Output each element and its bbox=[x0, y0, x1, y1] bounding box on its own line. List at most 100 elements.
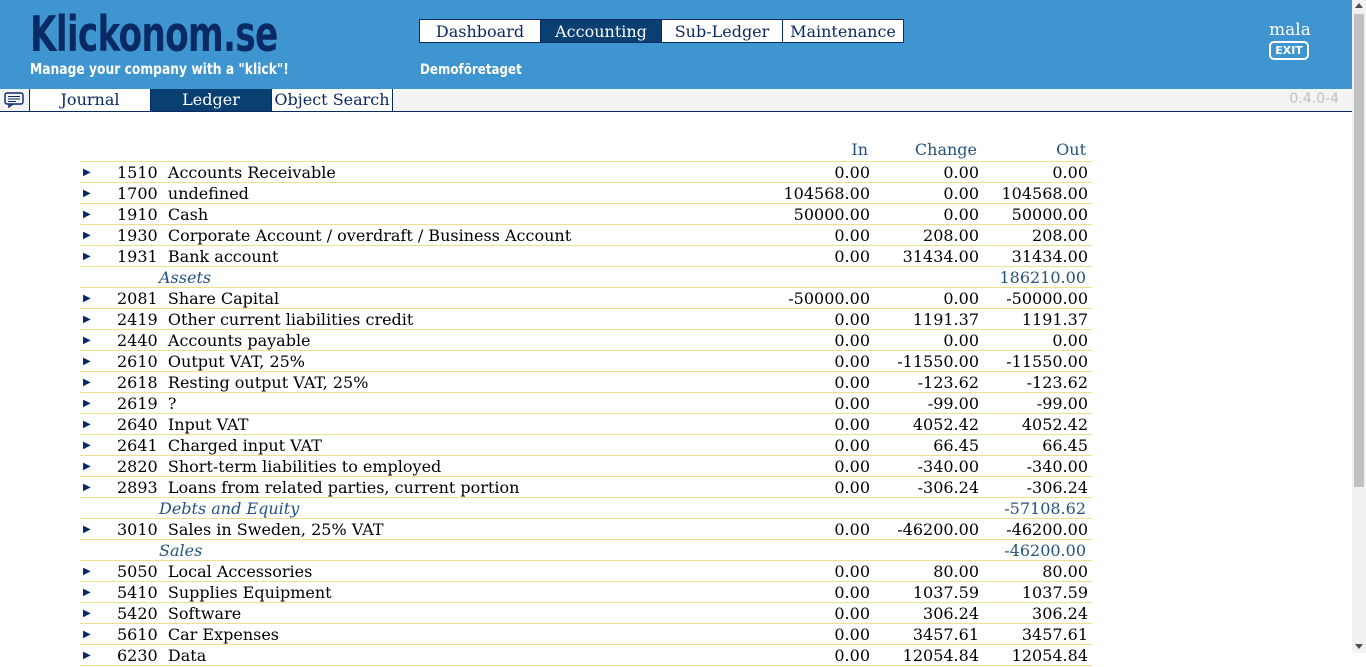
account-name: Other current liabilities credit bbox=[167, 310, 414, 329]
expand-arrow-icon[interactable]: ▶ bbox=[83, 183, 91, 205]
version-label: 0.4.0-4 bbox=[1289, 91, 1339, 107]
account-number: 5050 bbox=[117, 562, 158, 581]
expand-arrow-icon[interactable]: ▶ bbox=[83, 435, 91, 457]
account-name: Corporate Account / overdraft / Business… bbox=[167, 226, 572, 245]
tab-sub-ledger[interactable]: Sub-Ledger bbox=[662, 20, 783, 42]
expand-arrow-icon[interactable]: ▶ bbox=[83, 330, 91, 352]
expand-arrow-icon[interactable]: ▶ bbox=[83, 204, 91, 226]
account-label[interactable]: 5420 Software bbox=[117, 603, 241, 625]
value-out: 104568.00 bbox=[1001, 184, 1088, 203]
account-name: Output VAT, 25% bbox=[167, 352, 306, 371]
exit-button[interactable]: EXIT bbox=[1269, 41, 1309, 60]
value-in: 0.00 bbox=[834, 436, 870, 455]
group-total-row: Debts and Equity -57108.62 bbox=[80, 498, 1092, 519]
value-out: 1191.37 bbox=[1021, 310, 1088, 329]
group-total-row: Assets 186210.00 bbox=[80, 267, 1092, 288]
account-label[interactable]: 6230 Data bbox=[117, 645, 206, 667]
tab-dashboard[interactable]: Dashboard bbox=[420, 20, 541, 42]
account-label[interactable]: 5050 Local Accessories bbox=[117, 561, 312, 583]
scroll-up-arrow-icon[interactable] bbox=[1355, 3, 1363, 8]
value-out: -99.00 bbox=[1036, 394, 1088, 413]
account-label[interactable]: 2610 Output VAT, 25% bbox=[117, 351, 305, 373]
account-name: Charged input VAT bbox=[167, 436, 322, 455]
tab-ledger[interactable]: Ledger bbox=[150, 89, 272, 111]
tab-accounting[interactable]: Accounting bbox=[541, 20, 662, 42]
account-row: ▶ 1930 Corporate Account / overdraft / Bu… bbox=[80, 225, 1092, 246]
account-label[interactable]: 1931 Bank account bbox=[117, 246, 278, 268]
account-label[interactable]: 1910 Cash bbox=[117, 204, 208, 226]
value-in: -50000.00 bbox=[788, 289, 870, 308]
account-label[interactable]: 2641 Charged input VAT bbox=[117, 435, 322, 457]
expand-arrow-icon[interactable]: ▶ bbox=[83, 519, 91, 541]
column-in: In bbox=[851, 140, 868, 159]
value-out: -50000.00 bbox=[1006, 289, 1088, 308]
ledger-header: In Change Out bbox=[80, 140, 1092, 162]
vertical-scrollbar[interactable] bbox=[1352, 0, 1366, 653]
scroll-thumb[interactable] bbox=[1354, 14, 1364, 487]
account-label[interactable]: 5410 Supplies Equipment bbox=[117, 582, 332, 604]
value-in: 0.00 bbox=[834, 352, 870, 371]
expand-arrow-icon[interactable]: ▶ bbox=[83, 582, 91, 604]
value-in: 0.00 bbox=[834, 163, 870, 182]
expand-arrow-icon[interactable]: ▶ bbox=[83, 288, 91, 310]
value-out: 306.24 bbox=[1032, 604, 1088, 623]
value-in: 0.00 bbox=[834, 373, 870, 392]
expand-arrow-icon[interactable]: ▶ bbox=[83, 225, 91, 247]
value-change: 0.00 bbox=[943, 331, 979, 350]
expand-arrow-icon[interactable]: ▶ bbox=[83, 162, 91, 184]
account-row: ▶ 2081 Share Capital -50000.00 0.00 -50000.0… bbox=[80, 288, 1092, 309]
expand-arrow-icon[interactable]: ▶ bbox=[83, 351, 91, 373]
tab-object-search[interactable]: Object Search bbox=[271, 89, 393, 111]
account-label[interactable]: 2640 Input VAT bbox=[117, 414, 248, 436]
value-in: 0.00 bbox=[834, 310, 870, 329]
tab-journal[interactable]: Journal bbox=[29, 89, 151, 111]
expand-arrow-icon[interactable]: ▶ bbox=[83, 456, 91, 478]
expand-arrow-icon[interactable]: ▶ bbox=[83, 603, 91, 625]
account-row: ▶ 1931 Bank account 0.00 31434.00 31434.00 bbox=[80, 246, 1092, 267]
account-label[interactable]: 1930 Corporate Account / overdraft / Bus… bbox=[117, 225, 571, 247]
account-label[interactable]: 5610 Car Expenses bbox=[117, 624, 279, 646]
account-label[interactable]: 2820 Short-term liabilities to employed bbox=[117, 456, 441, 478]
account-label[interactable]: 2081 Share Capital bbox=[117, 288, 279, 310]
app-logo[interactable]: Klickonom.se bbox=[30, 4, 278, 66]
expand-arrow-icon[interactable]: ▶ bbox=[83, 561, 91, 583]
account-label[interactable]: 2440 Accounts payable bbox=[117, 330, 311, 352]
expand-arrow-icon[interactable]: ▶ bbox=[83, 624, 91, 646]
account-row: ▶ 2440 Accounts payable 0.00 0.00 0.00 bbox=[80, 330, 1092, 351]
account-row: ▶ 2619 ? 0.00 -99.00 -99.00 bbox=[80, 393, 1092, 414]
account-name: ? bbox=[167, 394, 177, 413]
account-number: 2440 bbox=[117, 331, 158, 350]
account-label[interactable]: 2893 Loans from related parties, current… bbox=[117, 477, 519, 499]
account-row: ▶ 5050 Local Accessories 0.00 80.00 80.00 bbox=[80, 561, 1092, 582]
expand-arrow-icon[interactable]: ▶ bbox=[83, 645, 91, 667]
account-number: 2419 bbox=[117, 310, 158, 329]
value-out: -46200.00 bbox=[1006, 520, 1088, 539]
account-label[interactable]: 2619 ? bbox=[117, 393, 176, 415]
value-out: 66.45 bbox=[1042, 436, 1088, 455]
account-label[interactable]: 1700 undefined bbox=[117, 183, 249, 205]
expand-arrow-icon[interactable]: ▶ bbox=[83, 477, 91, 499]
value-change: 80.00 bbox=[933, 562, 979, 581]
account-label[interactable]: 3010 Sales in Sweden, 25% VAT bbox=[117, 519, 384, 541]
expand-arrow-icon[interactable]: ▶ bbox=[83, 246, 91, 268]
account-row: ▶ 2618 Resting output VAT, 25% 0.00 -123.62… bbox=[80, 372, 1092, 393]
expand-arrow-icon[interactable]: ▶ bbox=[83, 372, 91, 394]
value-change: -123.62 bbox=[917, 373, 979, 392]
expand-arrow-icon[interactable]: ▶ bbox=[83, 414, 91, 436]
column-out: Out bbox=[1056, 140, 1086, 159]
expand-arrow-icon[interactable]: ▶ bbox=[83, 393, 91, 415]
account-row: ▶ 1910 Cash 50000.00 0.00 50000.00 bbox=[80, 204, 1092, 225]
account-label[interactable]: 2618 Resting output VAT, 25% bbox=[117, 372, 368, 394]
account-number: 1910 bbox=[117, 205, 158, 224]
expand-arrow-icon[interactable]: ▶ bbox=[83, 309, 91, 331]
value-in: 50000.00 bbox=[793, 205, 870, 224]
scroll-down-arrow-icon[interactable] bbox=[1355, 644, 1363, 649]
account-number: 2820 bbox=[117, 457, 158, 476]
account-label[interactable]: 1510 Accounts Receivable bbox=[117, 162, 336, 184]
account-number: 1930 bbox=[117, 226, 158, 245]
tab-maintenance[interactable]: Maintenance bbox=[783, 20, 903, 42]
value-in: 0.00 bbox=[834, 394, 870, 413]
account-label[interactable]: 2419 Other current liabilities credit bbox=[117, 309, 413, 331]
message-icon[interactable] bbox=[4, 92, 24, 108]
company-name[interactable]: Demoföretaget bbox=[420, 62, 522, 78]
